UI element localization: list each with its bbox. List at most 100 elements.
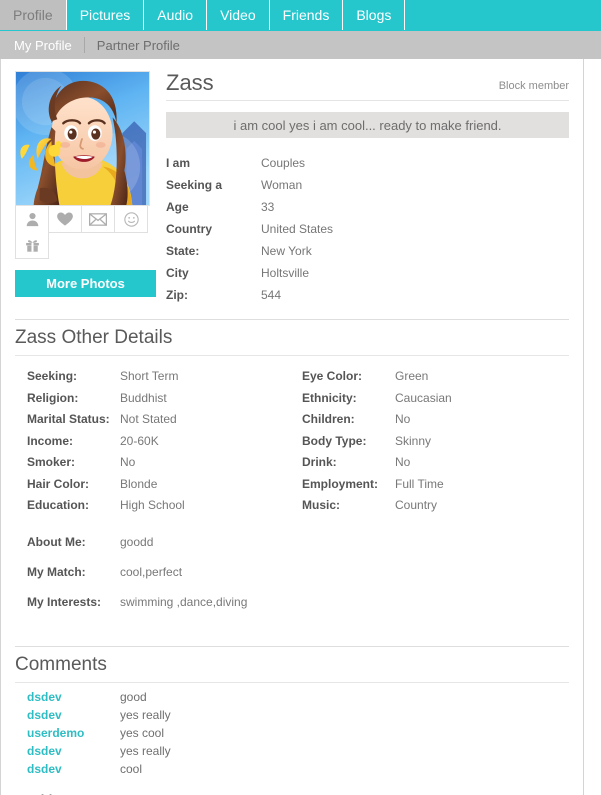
basics-row: Seeking a Woman xyxy=(166,174,569,196)
tab-video-label: Video xyxy=(220,7,256,23)
tab-bar-filler xyxy=(405,0,601,30)
detail-row: Employment: Full Time xyxy=(302,474,569,496)
basics-label: Age xyxy=(166,200,189,215)
tab-friends-label: Friends xyxy=(282,7,330,23)
comment-user-link[interactable]: dsdev xyxy=(27,761,120,777)
heart-icon[interactable] xyxy=(48,206,82,233)
comment-user-link[interactable]: userdemo xyxy=(27,725,120,741)
detail-value: No xyxy=(120,455,136,470)
detail-value: Country xyxy=(395,498,438,513)
long-detail-value: swimming ,dance,diving xyxy=(120,594,248,609)
profile-left-column: More Photos xyxy=(1,71,161,306)
comment-text: good xyxy=(120,689,147,704)
basics-value: Couples xyxy=(261,156,306,171)
detail-row: Ethnicity: Caucasian xyxy=(302,388,569,410)
profile-header-section: More Photos Zass Block member i am cool … xyxy=(1,59,583,306)
gift-icon[interactable] xyxy=(15,232,49,259)
basics-row: Country United States xyxy=(166,218,569,240)
detail-label: Eye Color: xyxy=(302,369,363,384)
person-icon[interactable] xyxy=(15,206,49,233)
detail-label: Drink: xyxy=(302,455,337,470)
detail-label: Education: xyxy=(27,498,89,513)
basics-label: Country xyxy=(166,222,212,237)
tab-friends[interactable]: Friends xyxy=(269,0,344,30)
profile-action-icons xyxy=(15,206,151,259)
subnav-divider xyxy=(83,37,85,53)
long-detail-label: About Me: xyxy=(27,534,86,549)
detail-row: Body Type: Skinny xyxy=(302,431,569,453)
profile-right-column: Zass Block member i am cool yes i am coo… xyxy=(161,70,583,306)
basics-row: City Holtsville xyxy=(166,262,569,284)
subnav-item-partner-profile[interactable]: Partner Profile xyxy=(97,38,192,53)
detail-row: Hair Color: Blonde xyxy=(27,474,294,496)
smiley-icon[interactable] xyxy=(114,206,148,233)
basics-value: Woman xyxy=(261,178,303,193)
block-member-link[interactable]: Block member xyxy=(499,80,569,95)
basics-row: Age 33 xyxy=(166,196,569,218)
basics-value: Holtsville xyxy=(261,266,310,281)
detail-label: Employment: xyxy=(302,476,379,491)
detail-label: Hair Color: xyxy=(27,476,90,491)
tab-blogs[interactable]: Blogs xyxy=(343,0,406,30)
tab-audio[interactable]: Audio xyxy=(144,0,208,30)
basics-value: New York xyxy=(261,244,312,259)
detail-row: Smoker: No xyxy=(27,452,294,474)
detail-row: Income: 20-60K xyxy=(27,431,294,453)
more-photos-button[interactable]: More Photos xyxy=(15,270,156,297)
basics-row: Zip: 544 xyxy=(166,284,569,306)
tab-blogs-label: Blogs xyxy=(356,7,392,23)
detail-row: Eye Color: Green xyxy=(302,366,569,388)
detail-value: No xyxy=(395,455,411,470)
profile-page: Profile Pictures Audio Video Friends Blo… xyxy=(0,0,601,795)
envelope-icon[interactable] xyxy=(81,206,115,233)
sub-nav-bar: My Profile Partner Profile xyxy=(0,31,601,59)
detail-row: Drink: No xyxy=(302,452,569,474)
detail-value: Not Stated xyxy=(120,412,177,427)
long-detail-label: My Match: xyxy=(27,564,86,579)
comment-user-link[interactable]: dsdev xyxy=(27,743,120,759)
basics-label: City xyxy=(166,266,189,281)
profile-tagline: i am cool yes i am cool... ready to make… xyxy=(166,112,569,139)
profile-frame: More Photos Zass Block member i am cool … xyxy=(0,59,584,795)
comment-row: dsdev yes really xyxy=(27,706,569,724)
main-tab-bar: Profile Pictures Audio Video Friends Blo… xyxy=(0,0,601,31)
basics-row: I am Couples xyxy=(166,152,569,174)
long-detail-row: About Me: goodd xyxy=(27,531,569,553)
avatar[interactable] xyxy=(15,71,150,206)
comment-row: dsdev yes really xyxy=(27,742,569,760)
long-detail-label: My Interests: xyxy=(27,594,102,609)
detail-label: Ethnicity: xyxy=(302,390,357,405)
comment-user-link[interactable]: dsdev xyxy=(27,707,120,723)
basics-label: Seeking a xyxy=(166,178,223,193)
tab-profile-label: Profile xyxy=(13,7,53,23)
tab-video[interactable]: Video xyxy=(207,0,270,30)
basics-label: State: xyxy=(166,244,200,259)
other-details-left-column: Seeking: Short Term Religion: Buddhist M… xyxy=(15,366,294,517)
other-details-long-rows: About Me: goodd My Match: cool,perfect M… xyxy=(1,517,583,633)
comment-user-link[interactable]: dsdev xyxy=(27,689,120,705)
long-detail-row: My Interests: swimming ,dance,diving xyxy=(27,591,569,613)
detail-label: Children: xyxy=(302,412,355,427)
page-title: Zass xyxy=(166,70,214,95)
tab-pictures[interactable]: Pictures xyxy=(66,0,145,30)
detail-row: Religion: Buddhist xyxy=(27,388,294,410)
comment-row: dsdev good xyxy=(27,688,569,706)
subnav-item-my-profile[interactable]: My Profile xyxy=(14,38,84,53)
comment-text: cool xyxy=(120,761,143,776)
comment-text: yes really xyxy=(120,743,171,758)
detail-value: Green xyxy=(395,369,429,384)
detail-label: Smoker: xyxy=(27,455,76,470)
comment-text: yes really xyxy=(120,707,171,722)
basics-value: 33 xyxy=(261,200,275,215)
detail-value: 20-60K xyxy=(120,433,159,448)
detail-row: Music: Country xyxy=(302,495,569,517)
other-details-grid: Seeking: Short Term Religion: Buddhist M… xyxy=(1,356,583,517)
add-comment-row: Add comment: You must be logged in to co… xyxy=(1,778,583,795)
tab-profile[interactable]: Profile xyxy=(0,0,67,30)
detail-label: Marital Status: xyxy=(27,412,110,427)
detail-label: Music: xyxy=(302,498,341,513)
detail-row: Education: High School xyxy=(27,495,294,517)
detail-row: Children: No xyxy=(302,409,569,431)
comments-title: Comments xyxy=(15,653,107,675)
detail-value: Full Time xyxy=(395,476,444,491)
